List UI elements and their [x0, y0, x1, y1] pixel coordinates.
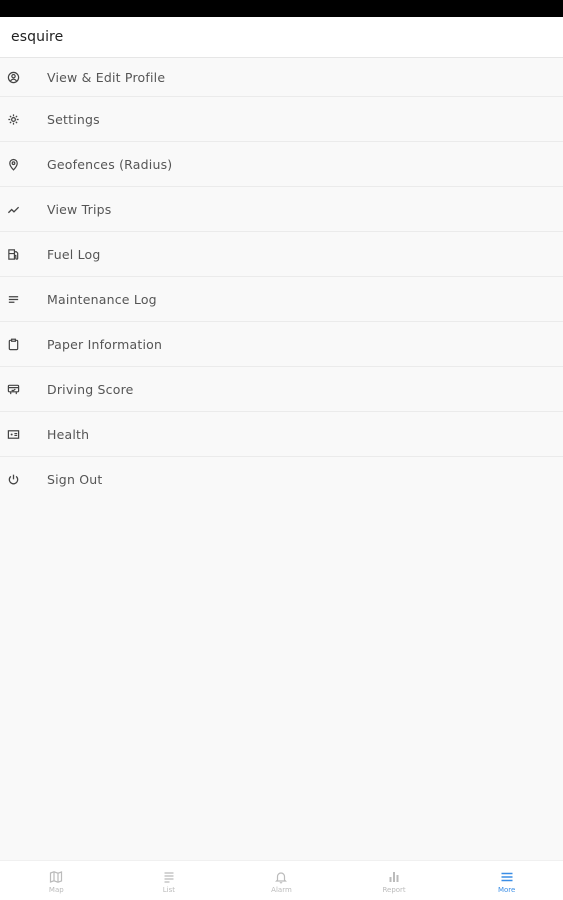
menu-item-sign-out[interactable]: Sign Out [0, 457, 563, 502]
menu-item-view-trips[interactable]: View Trips [0, 187, 563, 232]
menu-item-label: Driving Score [47, 381, 134, 397]
fuel-icon [6, 247, 20, 261]
bell-icon [275, 871, 288, 883]
nav-tab-report[interactable]: Report [338, 861, 451, 900]
menu-item-health[interactable]: Health [0, 412, 563, 457]
menu-item-geofences[interactable]: Geofences (Radius) [0, 142, 563, 187]
gear-icon [6, 112, 20, 126]
profile-icon [6, 70, 20, 84]
menu-item-label: View & Edit Profile [47, 69, 166, 85]
menu-item-view-edit-profile[interactable]: View & Edit Profile [0, 58, 563, 97]
menu-item-settings[interactable]: Settings [0, 97, 563, 142]
nav-tab-more[interactable]: More [450, 861, 563, 900]
nav-label: Report [382, 885, 406, 894]
nav-label: Map [48, 885, 64, 894]
menu-item-label: Sign Out [47, 472, 103, 487]
status-bar [0, 0, 563, 17]
location-pin-icon [6, 157, 20, 171]
menu-item-driving-score[interactable]: Driving Score [0, 367, 563, 412]
menu-item-label: Maintenance Log [47, 291, 157, 307]
nav-tab-list[interactable]: List [113, 861, 226, 900]
nav-label: More [497, 885, 516, 894]
app-bar: esquire [0, 17, 563, 58]
menu-item-label: Health [47, 426, 90, 442]
menu-item-paper-information[interactable]: Paper Information [0, 322, 563, 367]
clipboard-icon [6, 337, 20, 351]
power-icon [6, 473, 20, 487]
list-icon [6, 292, 20, 306]
nav-label: List [162, 885, 176, 894]
bar-chart-icon [389, 871, 399, 882]
list-icon [164, 871, 174, 883]
nav-label: Alarm [271, 885, 292, 894]
menu-item-maintenance-log[interactable]: Maintenance Log [0, 277, 563, 322]
map-icon [50, 870, 63, 883]
menu-item-label: Fuel Log [47, 246, 101, 262]
app-title: esquire [11, 29, 64, 45]
score-icon [6, 382, 20, 396]
trending-icon [6, 202, 20, 216]
nav-tab-alarm[interactable]: Alarm [225, 861, 338, 900]
menu-item-label: View Trips [47, 201, 112, 217]
menu-item-label: Settings [47, 111, 100, 127]
nav-tab-map[interactable]: Map [0, 861, 113, 900]
menu-item-label: Paper Information [47, 336, 163, 352]
health-icon [6, 427, 20, 441]
more-menu: View & Edit Profile Settings Geofences (… [0, 58, 563, 502]
menu-item-label: Geofences (Radius) [47, 156, 173, 172]
menu-icon [501, 872, 513, 881]
bottom-navigation: Map List Alarm Report More [0, 860, 563, 900]
menu-item-fuel-log[interactable]: Fuel Log [0, 232, 563, 277]
